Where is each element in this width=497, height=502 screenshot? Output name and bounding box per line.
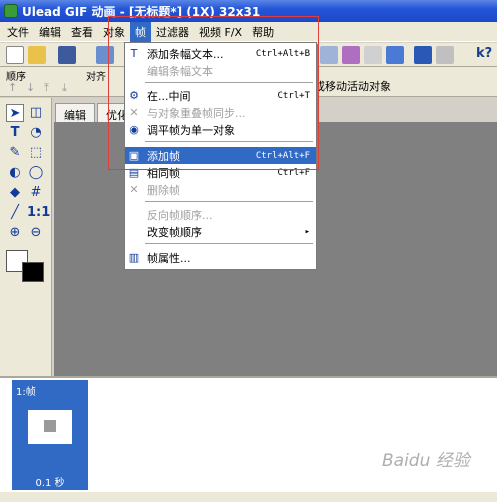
menu-separator (145, 243, 313, 244)
up-arrow-icon[interactable]: ↑ (8, 81, 17, 94)
align-label: 对齐 (86, 72, 106, 83)
menu-edit[interactable]: 编辑 (34, 22, 66, 42)
delete-frame-icon: ✕ (129, 183, 139, 196)
eyedropper-tool-icon[interactable]: ╱ (6, 204, 24, 222)
new-file-icon[interactable] (6, 46, 24, 64)
magic-wand-tool-icon[interactable]: ⬚ (27, 144, 45, 162)
menu-separator (145, 201, 313, 202)
top-arrow-icon[interactable]: ⤒ (44, 81, 49, 95)
toolbar-hint: 或移动活动对象 (314, 80, 391, 93)
menu-item-reverse-frame-order[interactable]: 反向帧顺序... (125, 206, 316, 223)
frame-panel: 1:帧 0.1 秒 (0, 376, 497, 502)
frame-name: 1:帧 (16, 387, 36, 398)
zoom-in-tool-icon[interactable]: ⊕ (6, 224, 24, 242)
app-icon (4, 4, 18, 18)
save-icon[interactable] (58, 46, 76, 64)
frame-properties-icon: ▥ (128, 251, 140, 264)
grid-tool-icon[interactable]: # (27, 184, 45, 202)
submenu-arrow-icon: ▸ (304, 226, 310, 237)
watermark: Baidu 经验 (382, 451, 470, 471)
globe-icon[interactable] (386, 46, 404, 64)
fill-tool-icon[interactable]: ◆ (6, 184, 24, 202)
down-arrow-icon[interactable]: ↓ (26, 81, 35, 94)
frame-thumbnail[interactable]: 1:帧 0.1 秒 (12, 380, 88, 490)
select-rect-tool-icon[interactable]: ◫ (27, 104, 45, 122)
actual-size-tool-icon[interactable]: 1:1 (27, 204, 50, 222)
lasso-tool-icon[interactable]: ◔ (27, 124, 45, 142)
eraser-tool-icon[interactable]: ◐ (6, 164, 24, 182)
menu-item-change-frame-order[interactable]: 改变帧顺序 ▸ (125, 223, 316, 240)
ellipse-tool-icon[interactable]: ◯ (27, 164, 45, 182)
bottom-arrow-icon[interactable]: ⤓ (62, 81, 67, 95)
help-pointer-icon[interactable]: k? (476, 46, 494, 64)
resize-icon[interactable] (436, 46, 454, 64)
frame-preview-image (28, 410, 72, 444)
tab-edit[interactable]: 编辑 (55, 103, 95, 123)
foreground-color-swatch[interactable] (22, 262, 44, 282)
frame-content-icon (44, 420, 56, 432)
frame-delay: 0.1 秒 (35, 478, 65, 489)
playback-toolbar (0, 492, 497, 502)
export-icon[interactable] (414, 46, 432, 64)
open-folder-icon[interactable] (28, 46, 46, 64)
brush-tool-icon[interactable]: ✎ (6, 144, 24, 162)
tool-panel: ➤ ◫ T ◔ ✎ ⬚ ◐ ◯ ◆ # ╱ 1:1 ⊕ ⊖ (0, 98, 52, 378)
preview-icon[interactable] (320, 46, 338, 64)
pointer-tool-icon[interactable]: ➤ (6, 104, 24, 122)
crop-icon[interactable] (364, 46, 382, 64)
annotation-highlight-box (108, 16, 319, 170)
menu-item-delete-frame[interactable]: ✕ 删除帧 (125, 181, 316, 198)
text-tool-icon[interactable]: T (6, 124, 24, 142)
optimize-icon[interactable] (342, 46, 360, 64)
menu-view[interactable]: 查看 (66, 22, 98, 42)
menu-file[interactable]: 文件 (2, 22, 34, 42)
zoom-out-tool-icon[interactable]: ⊖ (27, 224, 45, 242)
menu-item-frame-properties[interactable]: ▥ 帧属性... (125, 249, 316, 266)
